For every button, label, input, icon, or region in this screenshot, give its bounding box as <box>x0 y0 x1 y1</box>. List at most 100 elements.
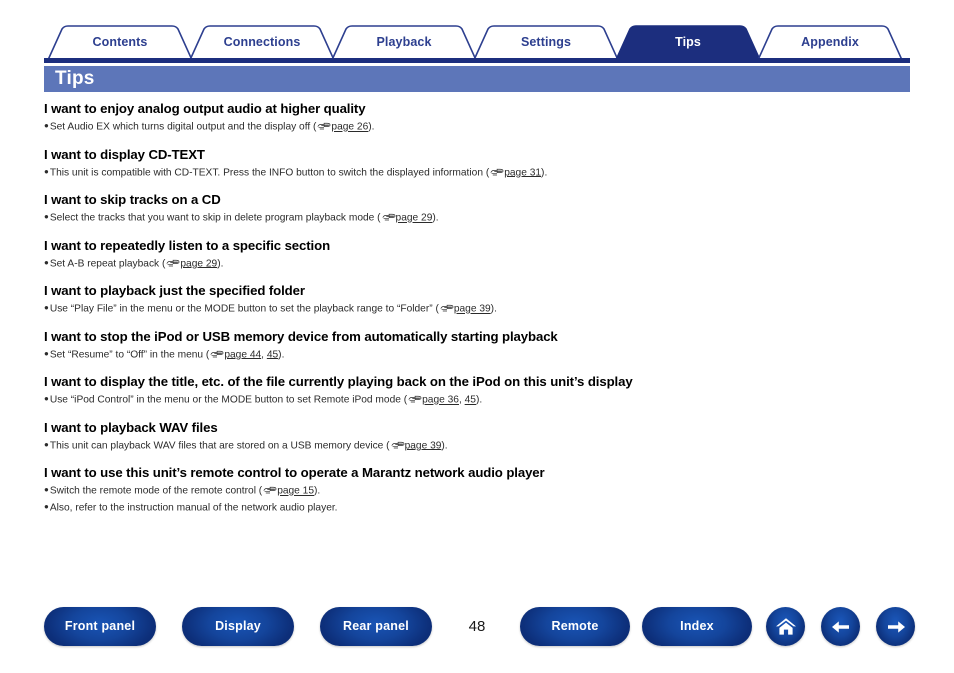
bullet-text: This unit can playback WAV files that ar… <box>49 440 390 451</box>
tip-block: I want to stop the iPod or USB memory de… <box>44 329 924 363</box>
pointing-hand-icon <box>166 259 180 266</box>
bullet-text-end: ). <box>432 212 439 224</box>
tips-content: I want to enjoy analog output audio at h… <box>44 101 924 527</box>
pointing-hand-icon <box>440 304 454 312</box>
tip-bullet: ●Set “Resume” to “Off” in the menu ( page… <box>44 347 924 363</box>
page-link[interactable]: page 39 <box>405 440 442 451</box>
home-icon <box>775 617 796 635</box>
bullet-text: Use “Play File” in the menu or the MODE … <box>49 303 439 315</box>
tab-tips[interactable]: Tips <box>616 24 760 60</box>
pointing-hand-icon <box>382 213 395 221</box>
page-link[interactable]: page 36 <box>422 395 459 406</box>
tip-bullet: ●Also, refer to the instruction manual o… <box>44 500 924 516</box>
page-link[interactable]: page 44 <box>224 349 261 360</box>
page-title-bar: Tips <box>44 66 910 92</box>
page-link[interactable]: 45 <box>465 395 476 406</box>
tip-bullet: ●Set Audio EX which turns digital output… <box>44 119 924 135</box>
pointing-hand-icon <box>317 122 331 130</box>
bullet-marker: ● <box>44 501 49 511</box>
pointing-hand-icon <box>490 168 504 175</box>
index-button[interactable]: Index <box>642 607 752 646</box>
bullet-marker: ● <box>44 303 49 312</box>
forward-arrow-icon <box>887 620 905 633</box>
back-arrow-icon <box>831 620 849 633</box>
tip-bullet: ●Use “iPod Control” in the menu or the M… <box>44 392 924 408</box>
bullet-text-end: ). <box>217 258 224 269</box>
forward-button[interactable] <box>876 607 915 646</box>
tab-playback[interactable]: Playback <box>332 24 476 60</box>
tip-heading: I want to playback just the specified fo… <box>44 283 305 298</box>
bullet-text: This unit is compatible with CD-TEXT. Pr… <box>49 167 490 178</box>
tip-heading: I want to enjoy analog output audio at h… <box>44 101 366 116</box>
bullet-marker: ● <box>44 121 49 130</box>
tab-underline-bar <box>44 58 910 63</box>
tip-bullet: ●Select the tracks that you want to skip… <box>44 210 924 226</box>
tip-bullet: ●This unit can playback WAV files that a… <box>44 438 924 454</box>
bullet-text: Set A-B repeat playback ( <box>49 258 166 269</box>
page-link[interactable]: page 29 <box>180 258 217 269</box>
tip-heading: I want to playback WAV files <box>44 419 218 435</box>
page-title: Tips <box>55 68 95 89</box>
tip-block: I want to playback WAV files ●This unit c… <box>44 420 924 454</box>
bullet-text: Also, refer to the instruction manual of… <box>49 502 338 513</box>
bullet-text: Set “Resume” to “Off” in the menu ( <box>49 349 210 360</box>
bullet-marker: ● <box>44 166 49 176</box>
bullet-marker: ● <box>44 439 49 449</box>
bullet-text: Switch the remote mode of the remote con… <box>49 485 263 497</box>
tab-appendix[interactable]: Appendix <box>758 24 902 60</box>
tip-bullet: ●Use “Play File” in the menu or the MODE… <box>44 301 924 317</box>
tip-heading: I want to use this unit’s remote control… <box>44 465 545 480</box>
bullet-text: Select the tracks that you want to skip … <box>49 212 381 224</box>
bullet-marker: ● <box>44 394 49 403</box>
tip-heading: I want to skip tracks on a CD <box>44 192 221 207</box>
page-link[interactable]: page 15 <box>277 486 314 497</box>
tip-block: I want to use this unit’s remote control… <box>44 465 924 515</box>
page-link[interactable]: page 39 <box>454 304 491 315</box>
tip-block: I want to display the title, etc. of the… <box>44 374 924 408</box>
pointing-hand-icon <box>263 486 277 494</box>
tip-bullet: ●Switch the remote mode of the remote co… <box>44 483 924 499</box>
bullet-text-end: ). <box>441 440 448 451</box>
tip-bullet: ●Set A-B repeat playback ( page 29). <box>44 256 924 272</box>
tip-block: I want to repeatedly listen to a specifi… <box>44 238 924 272</box>
page-link[interactable]: page 26 <box>331 122 368 133</box>
display-button[interactable]: Display <box>182 607 294 646</box>
bullet-text: Set Audio EX which turns digital output … <box>49 121 317 133</box>
bullet-text-end: ). <box>475 394 483 406</box>
front-panel-button[interactable]: Front panel <box>44 607 156 646</box>
bullet-text-end: ). <box>314 485 321 497</box>
bullet-text: Use “iPod Control” in the menu or the MO… <box>49 394 408 406</box>
home-button[interactable] <box>766 607 805 646</box>
tab-bar: Contents Connections Playback Settings T… <box>0 24 954 60</box>
tip-bullet: ●This unit is compatible with CD-TEXT. P… <box>44 165 924 181</box>
tab-connections[interactable]: Connections <box>190 24 334 60</box>
page-link[interactable]: page 31 <box>504 167 541 178</box>
tip-heading: I want to repeatedly listen to a specifi… <box>44 237 331 253</box>
rear-panel-button[interactable]: Rear panel <box>320 607 432 646</box>
tip-heading: I want to display the title, etc. of the… <box>44 374 633 389</box>
remote-button[interactable]: Remote <box>520 607 630 646</box>
tip-block: I want to playback just the specified fo… <box>44 283 924 317</box>
back-button[interactable] <box>821 607 860 646</box>
tip-heading: I want to display CD-TEXT <box>44 146 205 162</box>
tip-block: I want to enjoy analog output audio at h… <box>44 101 924 135</box>
bullet-text-end: ). <box>368 121 375 133</box>
bullet-text-end: ). <box>541 167 548 178</box>
tip-block: I want to display CD-TEXT ●This unit is c… <box>44 147 924 181</box>
page-number: 48 <box>468 618 486 635</box>
footer-bar: Front panel Display Rear panel 48 Remote… <box>0 607 954 651</box>
tab-settings[interactable]: Settings <box>474 24 618 60</box>
bullet-text-end: ). <box>490 303 497 315</box>
tip-block: I want to skip tracks on a CD ●Select the… <box>44 192 924 226</box>
pointing-hand-icon <box>408 395 422 403</box>
pointing-hand-icon <box>210 350 224 357</box>
page-link[interactable]: page 29 <box>396 213 433 224</box>
pointing-hand-icon <box>391 441 404 448</box>
tab-contents[interactable]: Contents <box>48 24 192 60</box>
bullet-marker: ● <box>44 485 49 494</box>
bullet-marker: ● <box>44 212 49 221</box>
bullet-marker: ● <box>44 257 49 267</box>
page-link[interactable]: 45 <box>267 349 278 360</box>
bullet-marker: ● <box>44 348 49 358</box>
tip-heading: I want to stop the iPod or USB memory de… <box>44 328 558 344</box>
